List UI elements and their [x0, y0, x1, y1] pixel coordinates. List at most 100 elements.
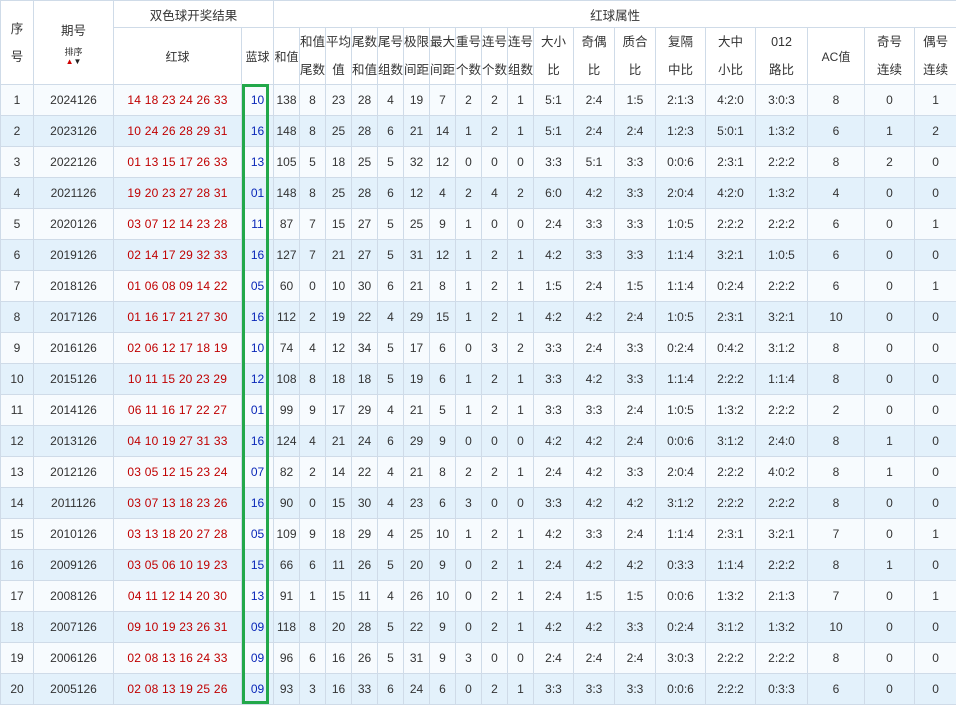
- issue-header[interactable]: 期号 排序 ▲▼: [33, 0, 114, 85]
- attr-header-avg: 平均值: [325, 27, 353, 85]
- cell-maxgap: 9: [429, 642, 457, 674]
- cell-dzx: 2:2:2: [705, 456, 757, 488]
- cell-maxgap: 10: [429, 518, 457, 550]
- cell-sumtail: 8: [299, 84, 327, 116]
- cell-consec: 0: [481, 425, 509, 457]
- cell-evenrun: 1: [914, 208, 956, 240]
- table-row: 9 2016126 02 06 12 17 18 19 10 74 4 12 34 5 17 6 0 3…: [0, 332, 956, 364]
- cell-sumtail: 0: [299, 487, 327, 519]
- cell-primecomp: 3:3: [614, 673, 657, 705]
- attr-header-line: 中比: [668, 63, 694, 77]
- attr-header-bigsmall: 大小比: [533, 27, 575, 85]
- cell-fgz: 1:2:3: [655, 115, 707, 147]
- cell-issue: 2018126: [33, 270, 114, 302]
- cell-consec: 2: [481, 611, 509, 643]
- cell-maxgap: 9: [429, 549, 457, 581]
- cell-consec: 2: [481, 363, 509, 395]
- cell-red: 04 11 12 14 20 30: [113, 580, 242, 612]
- cell-issue: 2023126: [33, 115, 114, 147]
- cell-red: 06 11 16 17 22 27: [113, 394, 242, 426]
- attr-header-line: 012: [771, 35, 792, 49]
- cell-consecgrp: 1: [507, 394, 535, 426]
- attr-header-oddeven: 奇偶比: [573, 27, 616, 85]
- cell-bigsmall: 3:3: [533, 146, 575, 178]
- cell-bigsmall: 3:3: [533, 673, 575, 705]
- cell-seq: 14: [0, 487, 34, 519]
- cell-repeat: 1: [455, 363, 483, 395]
- cell-maxgap: 12: [429, 239, 457, 271]
- cell-consecgrp: 1: [507, 301, 535, 333]
- cell-seq: 4: [0, 177, 34, 209]
- cell-tailgroups: 5: [377, 146, 405, 178]
- cell-sum: 118: [273, 611, 301, 643]
- cell-range: 25: [403, 518, 431, 550]
- attr-header-line: 小比: [718, 63, 744, 77]
- cell-primecomp: 2:4: [614, 425, 657, 457]
- cell-consec: 2: [481, 580, 509, 612]
- cell-sum: 90: [273, 487, 301, 519]
- cell-sumtail: 8: [299, 611, 327, 643]
- cell-oddrun: 0: [864, 208, 916, 240]
- cell-oddeven: 4:2: [573, 456, 616, 488]
- cell-maxgap: 4: [429, 177, 457, 209]
- cell-primecomp: 3:3: [614, 456, 657, 488]
- table-row: 3 2022126 01 13 15 17 26 33 13 105 5 18 25 5 32 12…: [0, 146, 956, 178]
- table-row: 16 2009126 03 05 06 10 19 23 15 66 6 11 26 5 20 9 0…: [0, 549, 956, 581]
- cell-seq: 12: [0, 425, 34, 457]
- cell-issue: 2010126: [33, 518, 114, 550]
- cell-consec: 3: [481, 332, 509, 364]
- cell-blue: 07: [240, 456, 275, 488]
- cell-dzx: 1:3:2: [705, 580, 757, 612]
- attr-header-evenrun: 偶号 连续: [914, 27, 956, 85]
- cell-dzx: 0:4:2: [705, 332, 757, 364]
- cell-road: 0:3:3: [755, 673, 809, 705]
- sort-arrows-icon[interactable]: ▲▼: [35, 57, 113, 66]
- cell-evenrun: 0: [914, 239, 956, 271]
- cell-range: 29: [403, 425, 431, 457]
- seq-header-line-1: 序: [10, 21, 24, 36]
- cell-road: 3:2:1: [755, 518, 809, 550]
- cell-repeat: 0: [455, 146, 483, 178]
- cell-primecomp: 2:4: [614, 642, 657, 674]
- cell-consecgrp: 1: [507, 363, 535, 395]
- cell-primecomp: 4:2: [614, 487, 657, 519]
- cell-fgz: 0:2:4: [655, 611, 707, 643]
- cell-tailsum: 30: [351, 270, 379, 302]
- cell-maxgap: 8: [429, 456, 457, 488]
- cell-tailsum: 11: [351, 580, 379, 612]
- seq-header: 序 号: [0, 0, 34, 85]
- cell-oddrun: 2: [864, 146, 916, 178]
- seq-header-line-2: 号: [10, 49, 24, 64]
- cell-oddrun: 1: [864, 456, 916, 488]
- cell-repeat: 2: [455, 456, 483, 488]
- cell-consecgrp: 1: [507, 673, 535, 705]
- cell-sum: 112: [273, 301, 301, 333]
- cell-bigsmall: 3:3: [533, 332, 575, 364]
- cell-oddrun: 0: [864, 487, 916, 519]
- cell-dzx: 2:3:1: [705, 146, 757, 178]
- table-row: 15 2010126 03 13 18 20 27 28 05 109 9 18 29 4 25 1…: [0, 518, 956, 550]
- cell-ac: 4: [807, 177, 866, 209]
- cell-sum: 87: [273, 208, 301, 240]
- cell-tailsum: 28: [351, 611, 379, 643]
- cell-ac: 6: [807, 208, 866, 240]
- cell-consec: 2: [481, 456, 509, 488]
- cell-ac: 10: [807, 301, 866, 333]
- attr-header-maxgap: 最大 间距: [429, 27, 457, 85]
- cell-avg: 20: [325, 611, 353, 643]
- cell-maxgap: 7: [429, 84, 457, 116]
- cell-repeat: 0: [455, 332, 483, 364]
- table-row: 2 2023126 10 24 26 28 29 31 16 148 8 25 28 6 21 14…: [0, 115, 956, 147]
- cell-consecgrp: 0: [507, 487, 535, 519]
- cell-red: 02 08 13 16 24 33: [113, 642, 242, 674]
- cell-tailgroups: 5: [377, 363, 405, 395]
- cell-seq: 1: [0, 84, 34, 116]
- cell-primecomp: 1:5: [614, 270, 657, 302]
- cell-issue: 2007126: [33, 611, 114, 643]
- cell-red: 10 11 15 20 23 29: [113, 363, 242, 395]
- table-row: 19 2006126 02 08 13 16 24 33 09 96 6 16 26 5 31 9 3…: [0, 642, 956, 674]
- cell-sumtail: 3: [299, 673, 327, 705]
- cell-ac: 8: [807, 146, 866, 178]
- cell-consecgrp: 1: [507, 270, 535, 302]
- cell-ac: 8: [807, 84, 866, 116]
